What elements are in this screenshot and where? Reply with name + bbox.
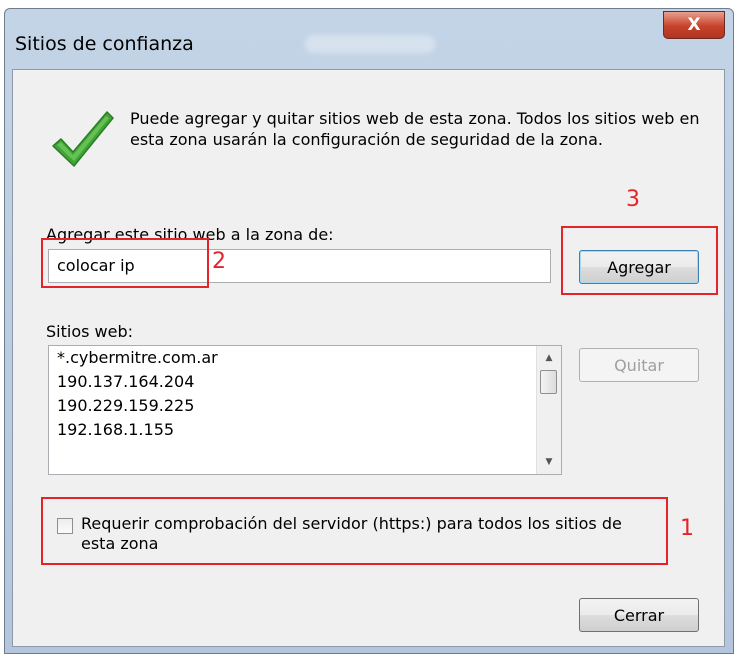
green-checkmark-icon [52,111,114,167]
annotation-marker-1: 1 [680,516,694,541]
list-item[interactable]: *.cybermitre.com.ar [49,346,539,370]
window-title: Sitios de confianza [15,33,194,55]
websites-list[interactable]: *.cybermitre.com.ar 190.137.164.204 190.… [48,345,562,475]
list-item[interactable]: 192.168.1.155 [49,418,539,442]
scroll-thumb[interactable] [540,370,557,394]
websites-label: Sitios web: [46,322,134,341]
intro-text: Puede agregar y quitar sitios web de est… [130,109,700,149]
close-icon: X [687,15,701,35]
close-button[interactable]: Cerrar [579,598,699,632]
window-close-button[interactable]: X [663,11,725,39]
scroll-down-icon[interactable]: ▼ [537,452,561,472]
annotation-box-input [41,238,209,288]
list-scrollbar[interactable]: ▲ ▼ [536,346,561,474]
annotation-box-checkbox [41,497,668,565]
list-item[interactable]: 190.137.164.204 [49,370,539,394]
remove-button[interactable]: Quitar [579,348,699,382]
scroll-up-icon[interactable]: ▲ [537,348,561,368]
list-item[interactable]: 190.229.159.225 [49,394,539,418]
annotation-box-add-button [561,226,718,295]
annotation-marker-3: 3 [626,187,640,212]
annotation-marker-2: 2 [212,249,226,274]
title-bar[interactable]: Sitios de confianza X [5,9,733,69]
websites-list-items: *.cybermitre.com.ar 190.137.164.204 190.… [49,346,539,442]
title-bar-glare [305,35,435,53]
